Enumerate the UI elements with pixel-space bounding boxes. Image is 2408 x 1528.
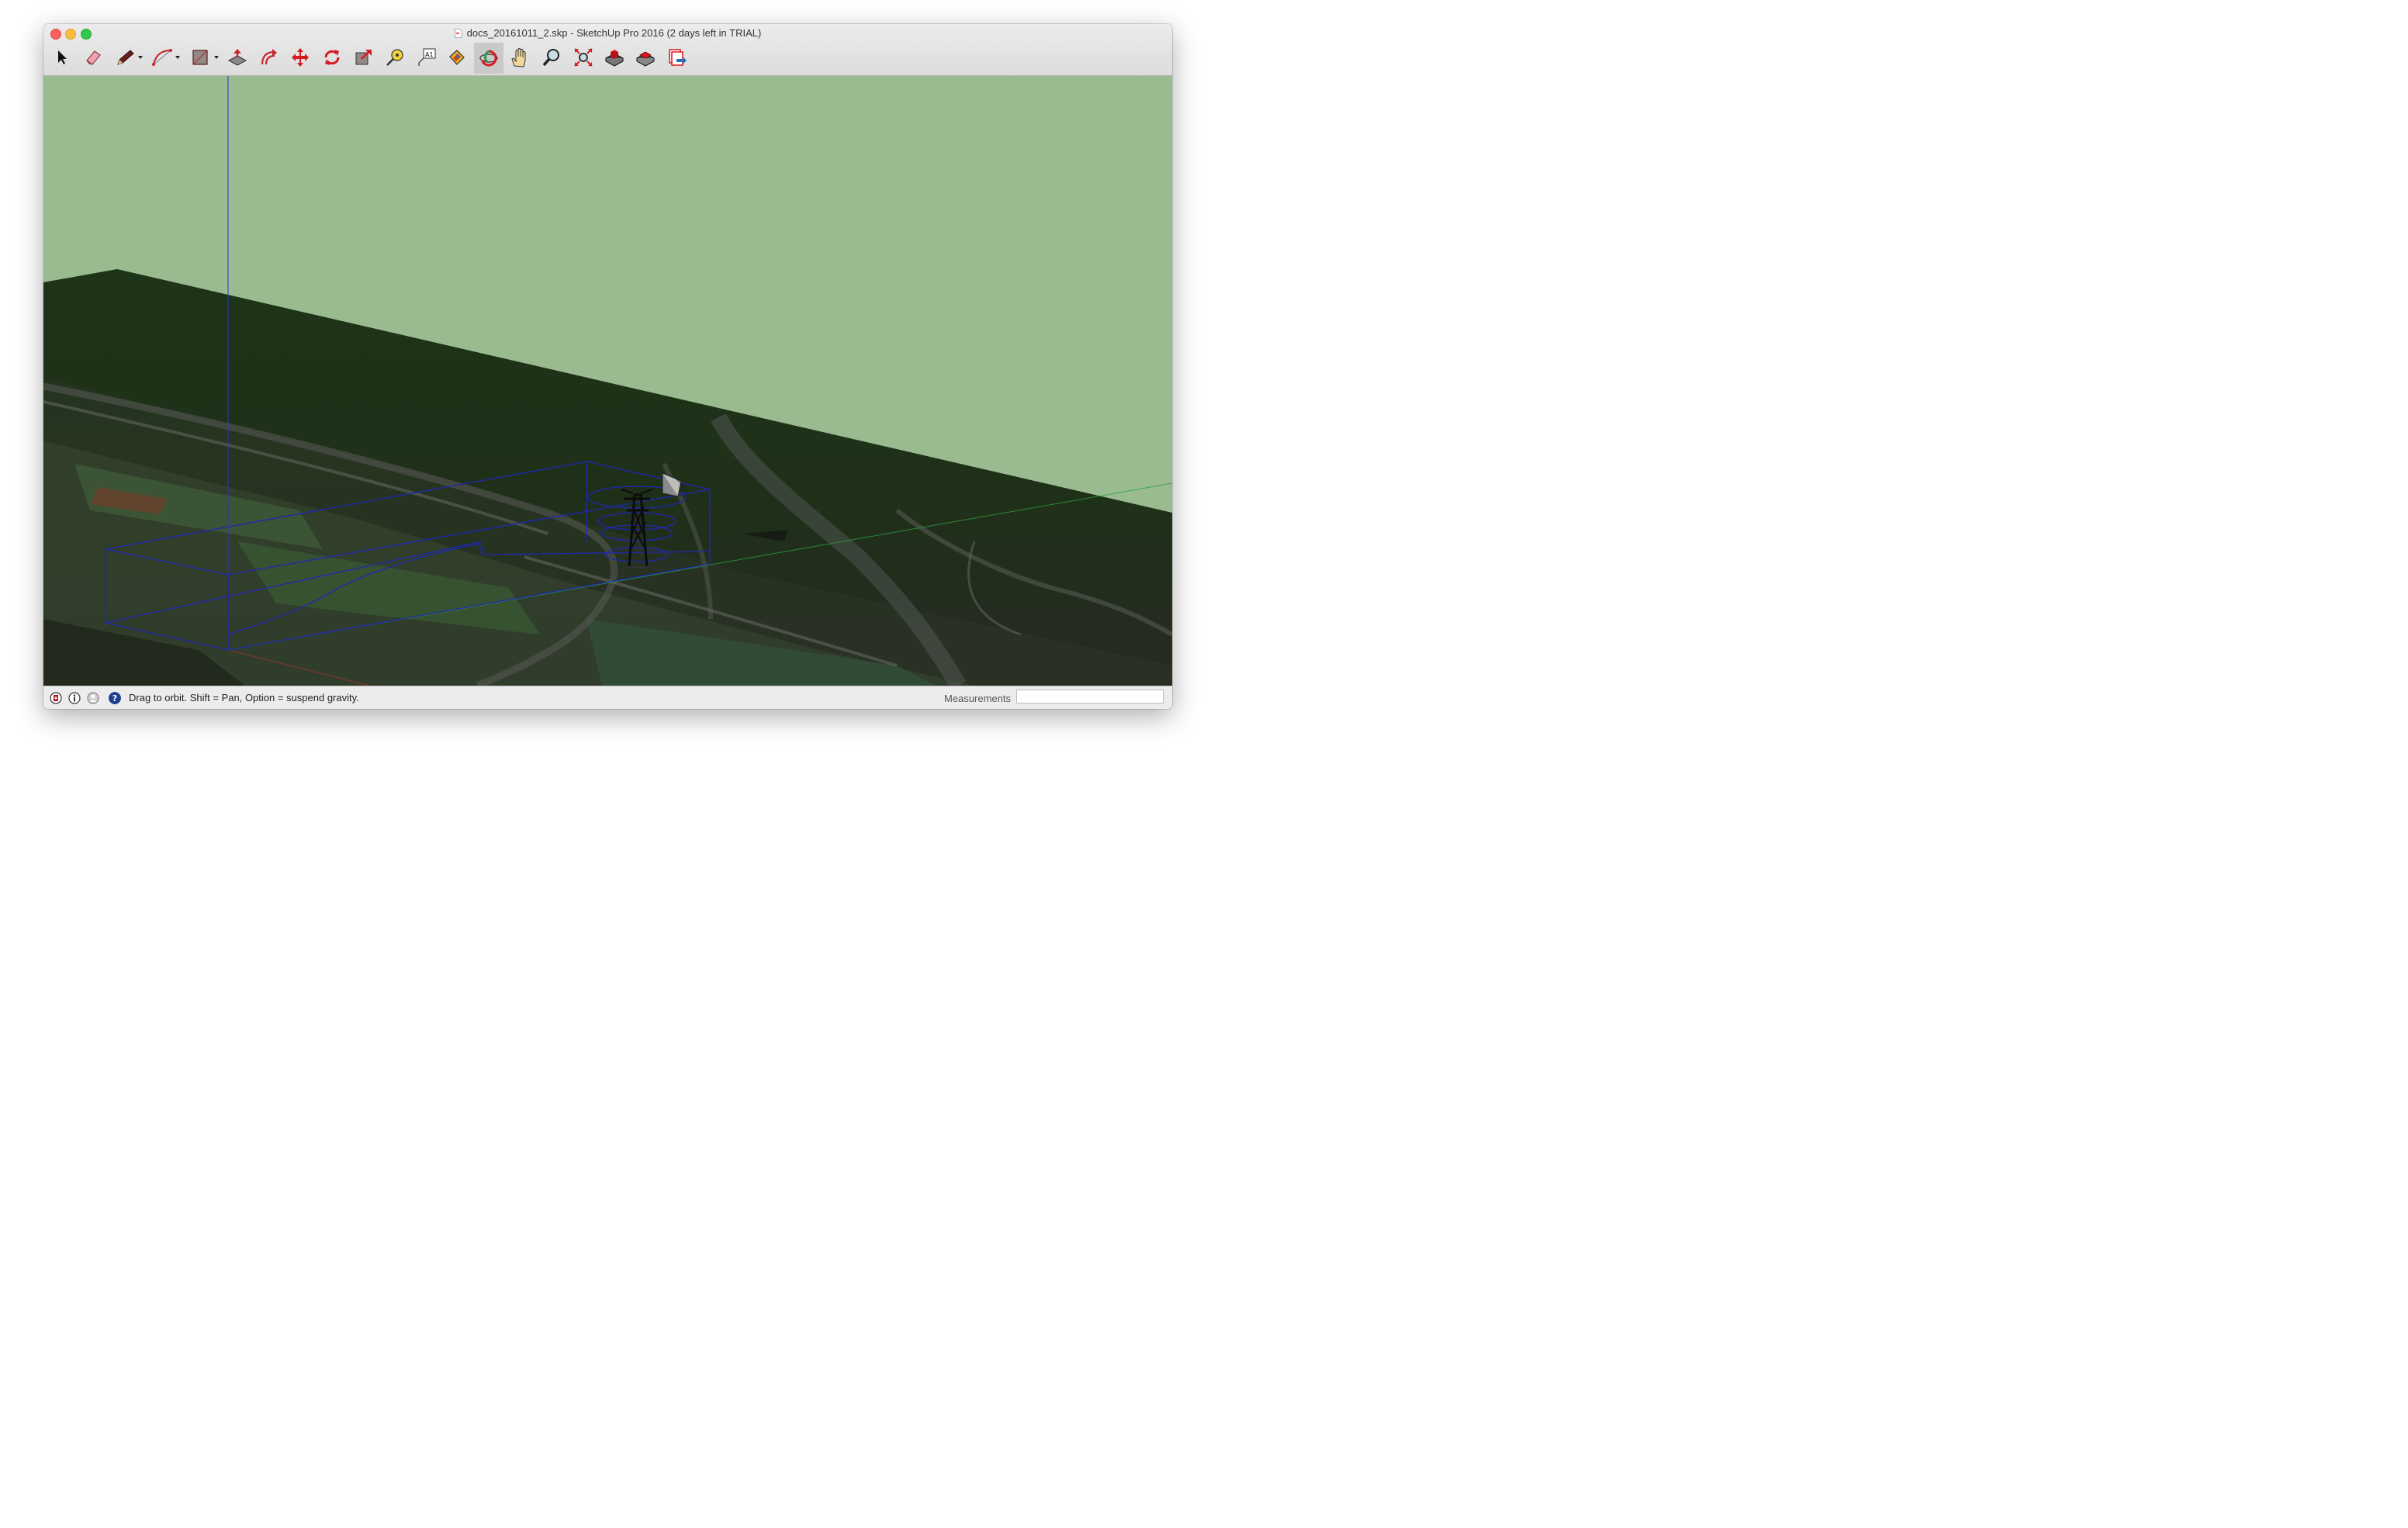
eraser-icon [86, 50, 101, 65]
offset-tool-button[interactable] [254, 44, 282, 71]
arc-tool-button[interactable] [149, 44, 183, 71]
title-bar: docs_20161011_2.skp - SketchUp Pro 2016 … [43, 24, 1172, 76]
measurements-label: Measurements [944, 693, 1011, 704]
rectangle-icon [192, 50, 219, 65]
push-pull-tool-button[interactable] [223, 44, 251, 71]
svg-text:?: ? [112, 693, 117, 704]
layout-send-button[interactable] [663, 44, 691, 71]
hand-icon [511, 48, 526, 67]
arc-icon [152, 49, 180, 66]
warehouse-icon [604, 50, 624, 67]
arrow-pointer-icon [58, 50, 67, 64]
scale-icon [355, 50, 372, 65]
orbit-tool-button[interactable] [474, 43, 503, 74]
text-tool-button[interactable]: A1 [413, 44, 441, 71]
zoom-extents-tool-button[interactable] [569, 44, 597, 71]
move-tool-button[interactable] [286, 44, 314, 71]
magnifier-icon [542, 49, 559, 67]
window-title: docs_20161011_2.skp - SketchUp Pro 2016 … [43, 26, 1172, 40]
question-icon[interactable]: ? [109, 692, 121, 704]
svg-text:A1: A1 [425, 51, 434, 58]
offset-icon [261, 49, 277, 65]
extension-warehouse-button[interactable] [631, 44, 659, 71]
paint-bucket-tool-button[interactable] [443, 44, 471, 71]
push-pull-icon [227, 49, 247, 66]
send-to-layout-icon [669, 49, 687, 66]
sketchup-window: docs_20161011_2.skp - SketchUp Pro 2016 … [43, 24, 1172, 709]
line-tool-button[interactable] [112, 44, 146, 71]
geo-location-icon[interactable] [50, 692, 62, 704]
skp-document-icon [454, 29, 462, 38]
rotate-tool-button[interactable] [318, 44, 346, 71]
rotate-icon [324, 50, 340, 65]
select-tool-button[interactable] [48, 44, 76, 71]
window-title-text: docs_20161011_2.skp - SketchUp Pro 2016 … [466, 27, 762, 39]
shape-tool-button[interactable] [188, 44, 222, 71]
3d-viewport[interactable] [43, 76, 1172, 686]
pencil-icon [117, 50, 143, 65]
status-message: Drag to orbit. Shift = Pan, Option = sus… [129, 692, 359, 704]
scale-tool-button[interactable] [350, 44, 378, 71]
extension-warehouse-icon [635, 51, 656, 67]
zoom-tool-button[interactable] [538, 44, 566, 71]
model-scene [43, 76, 1172, 686]
text-label-icon: A1 [418, 48, 436, 66]
tape-measure-icon [386, 49, 403, 66]
measurements-input[interactable] [1016, 690, 1164, 704]
tape-measure-tool-button[interactable] [381, 44, 409, 71]
eraser-tool-button[interactable] [79, 44, 107, 71]
pan-tool-button[interactable] [506, 44, 534, 71]
3d-warehouse-button[interactable] [600, 44, 628, 71]
user-icon[interactable] [87, 692, 99, 704]
orbit-icon [479, 50, 498, 67]
zoom-extents-icon [574, 48, 593, 67]
credits-icon[interactable] [68, 692, 81, 704]
move-arrows-icon [292, 48, 309, 67]
status-bar: ? Drag to orbit. Shift = Pan, Option = s… [43, 686, 1172, 709]
paint-bucket-icon [449, 50, 465, 65]
